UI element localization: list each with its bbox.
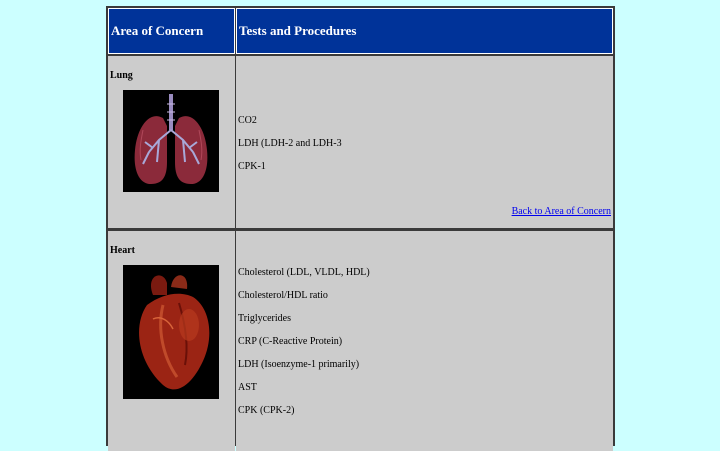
organ-label-lung: Lung bbox=[110, 70, 133, 81]
lung-area-cell: Lung bbox=[108, 56, 235, 228]
lungs-illustration bbox=[123, 90, 219, 192]
concern-table: Area of Concern Tests and Procedures Lun… bbox=[106, 6, 615, 451]
lung-tests-cell: CO2 LDH (LDH-2 and LDH-3 CPK-1 Back to A… bbox=[236, 56, 613, 228]
lungs-image bbox=[123, 90, 219, 192]
test-item: CO2 bbox=[238, 115, 257, 126]
heart-illustration bbox=[123, 265, 219, 399]
test-item: Triglycerides bbox=[238, 313, 291, 324]
organ-label-heart: Heart bbox=[110, 245, 135, 256]
test-item: AST bbox=[238, 382, 257, 393]
back-to-area-link[interactable]: Back to Area of Concern bbox=[512, 206, 611, 217]
test-item: CPK-1 bbox=[238, 161, 266, 172]
test-item: CRP (C-Reactive Protein) bbox=[238, 336, 343, 347]
test-item: CPK (CPK-2) bbox=[238, 405, 295, 416]
header-tests-label: Tests and Procedures bbox=[239, 23, 357, 38]
header-area-label: Area of Concern bbox=[111, 23, 204, 38]
test-item: Cholesterol/HDL ratio bbox=[238, 290, 328, 301]
test-item: LDH (LDH-2 and LDH-3 bbox=[238, 138, 342, 149]
test-item: LDH (Isoenzyme-1 primarily) bbox=[238, 359, 360, 370]
heart-tests-cell: Cholesterol (LDL, VLDL, HDL) Cholesterol… bbox=[236, 231, 613, 451]
heart-area-cell: Heart bbox=[108, 231, 235, 451]
header-area-of-concern: Area of Concern bbox=[108, 8, 235, 54]
heart-image bbox=[123, 265, 219, 399]
page: { "table": { "header": { "area_of_concer… bbox=[0, 0, 720, 451]
test-item: Cholesterol (LDL, VLDL, HDL) bbox=[238, 267, 370, 278]
header-tests-procedures: Tests and Procedures bbox=[236, 8, 613, 54]
